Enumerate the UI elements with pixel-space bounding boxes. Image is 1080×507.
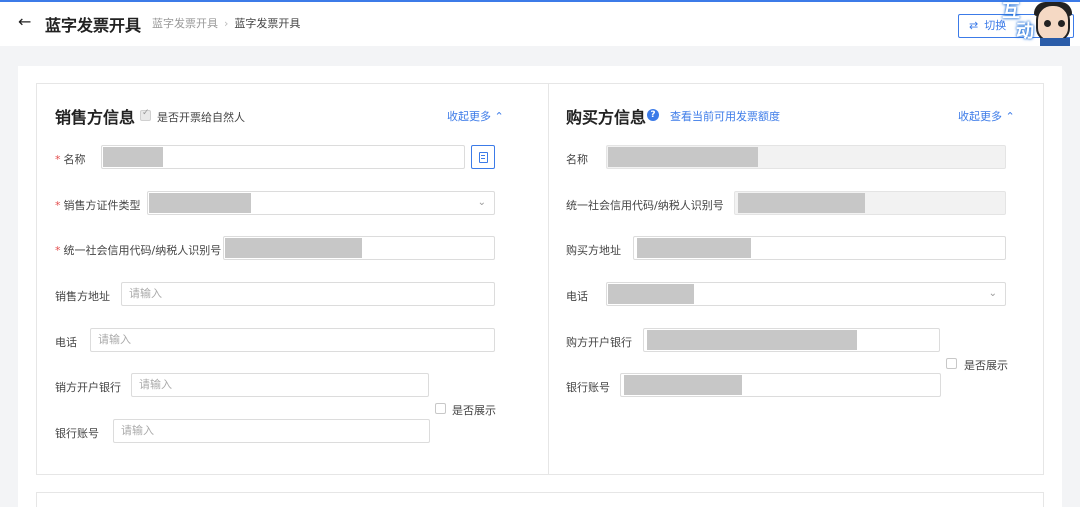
buyer-phone-label: 电话	[566, 290, 588, 303]
seller-name-label: * 名称	[55, 153, 86, 166]
page-header: ← 蓝字发票开具 蓝字发票开具 › 蓝字发票开具 ⇄ 切换 互 动	[0, 2, 1080, 46]
mascot-eye-right	[1058, 20, 1065, 27]
buyer-show-label: 是否展示	[964, 359, 1008, 372]
main-content: 销售方信息 是否开票给自然人 收起更多 ⌃ *名称 *销售方证件类型 ⌄ *统一…	[18, 66, 1062, 507]
buyer-show-checkbox[interactable]	[946, 358, 957, 369]
seller-address-label: 销售方地址	[55, 290, 110, 303]
buyer-tax-id-label: 统一社会信用代码/纳税人识别号	[566, 199, 724, 212]
buyer-title: 购买方信息	[566, 108, 647, 127]
help-icon[interactable]: ?	[647, 109, 659, 121]
seller-bank-label: 销方开户银行	[55, 381, 121, 394]
buyer-account-label: 银行账号	[566, 381, 610, 394]
seller-phone-input[interactable]: 请输入	[90, 328, 495, 352]
seller-name-input[interactable]	[101, 145, 465, 169]
buyer-account-input[interactable]	[620, 373, 941, 397]
page-title: 蓝字发票开具	[45, 16, 142, 35]
buyer-panel: 购买方信息 ? 查看当前可用发票额度 收起更多 ⌃ 名称 统一社会信用代码/纳税…	[548, 83, 1044, 475]
seller-bank-input[interactable]: 请输入	[131, 373, 429, 397]
address-book-icon	[479, 152, 488, 163]
seller-account-label: 银行账号	[55, 427, 99, 440]
seller-collapse-label: 收起更多	[447, 110, 491, 123]
mascot-text: 动	[1016, 21, 1034, 42]
redacted-value	[225, 238, 362, 258]
redacted-value	[608, 147, 758, 167]
buyer-bank-label: 购方开户银行	[566, 336, 632, 349]
redacted-value	[608, 284, 694, 304]
natural-person-checkbox[interactable]	[140, 108, 151, 121]
buyer-name-label: 名称	[566, 153, 588, 166]
buyer-address-input[interactable]	[633, 236, 1006, 260]
back-arrow-icon[interactable]: ←	[18, 12, 31, 31]
mascot-eye-left	[1044, 20, 1051, 27]
redacted-value	[624, 375, 742, 395]
redacted-value	[637, 238, 751, 258]
buyer-tax-id-input[interactable]	[734, 191, 1006, 215]
placeholder: 请输入	[98, 333, 131, 346]
seller-show-checkbox[interactable]	[435, 403, 446, 414]
buyer-collapse-label: 收起更多	[958, 110, 1002, 123]
placeholder: 请输入	[121, 424, 154, 437]
natural-person-label: 是否开票给自然人	[157, 111, 245, 124]
breadcrumb: 蓝字发票开具 › 蓝字发票开具	[152, 15, 300, 31]
seller-tax-id-input[interactable]	[223, 236, 495, 260]
chevron-down-icon: ⌄	[477, 197, 486, 208]
seller-address-input[interactable]: 请输入	[121, 282, 495, 306]
quota-link[interactable]: 查看当前可用发票额度	[670, 108, 780, 124]
placeholder: 请输入	[129, 287, 162, 300]
seller-account-input[interactable]: 请输入	[113, 419, 430, 443]
placeholder: 请输入	[139, 378, 172, 391]
breadcrumb-item[interactable]: 蓝字发票开具	[152, 17, 218, 30]
buyer-name-input[interactable]	[606, 145, 1006, 169]
buyer-collapse-link[interactable]: 收起更多 ⌃	[958, 108, 1015, 124]
address-book-button[interactable]	[471, 145, 495, 169]
seller-show-label: 是否展示	[452, 404, 496, 417]
chevron-up-icon: ⌃	[494, 110, 504, 123]
mascot-text: 互	[1002, 1, 1020, 22]
seller-phone-label: 电话	[55, 336, 77, 349]
seller-tax-id-label: * 统一社会信用代码/纳税人识别号	[55, 244, 222, 257]
redacted-value	[103, 147, 163, 167]
chevron-down-icon: ⌄	[988, 288, 997, 299]
mascot-avatar[interactable]: 互 动	[1000, 2, 1080, 46]
buyer-phone-select[interactable]: ⌄	[606, 282, 1006, 306]
breadcrumb-current: 蓝字发票开具	[234, 17, 301, 30]
seller-panel: 销售方信息 是否开票给自然人 收起更多 ⌃ *名称 *销售方证件类型 ⌄ *统一…	[36, 83, 551, 475]
buyer-address-label: 购买方地址	[566, 244, 621, 257]
chevron-up-icon: ⌃	[1005, 110, 1015, 123]
redacted-value	[149, 193, 251, 213]
buyer-bank-input[interactable]	[643, 328, 940, 352]
next-section-panel	[36, 492, 1044, 507]
redacted-value	[647, 330, 857, 350]
chevron-right-icon: ›	[224, 17, 229, 30]
seller-title: 销售方信息	[55, 108, 136, 127]
seller-id-type-label: * 销售方证件类型	[55, 199, 141, 212]
mascot-body	[1040, 38, 1070, 46]
switch-icon: ⇄	[969, 19, 979, 32]
seller-collapse-link[interactable]: 收起更多 ⌃	[447, 108, 504, 124]
seller-id-type-select[interactable]: ⌄	[147, 191, 495, 215]
redacted-value	[738, 193, 865, 213]
